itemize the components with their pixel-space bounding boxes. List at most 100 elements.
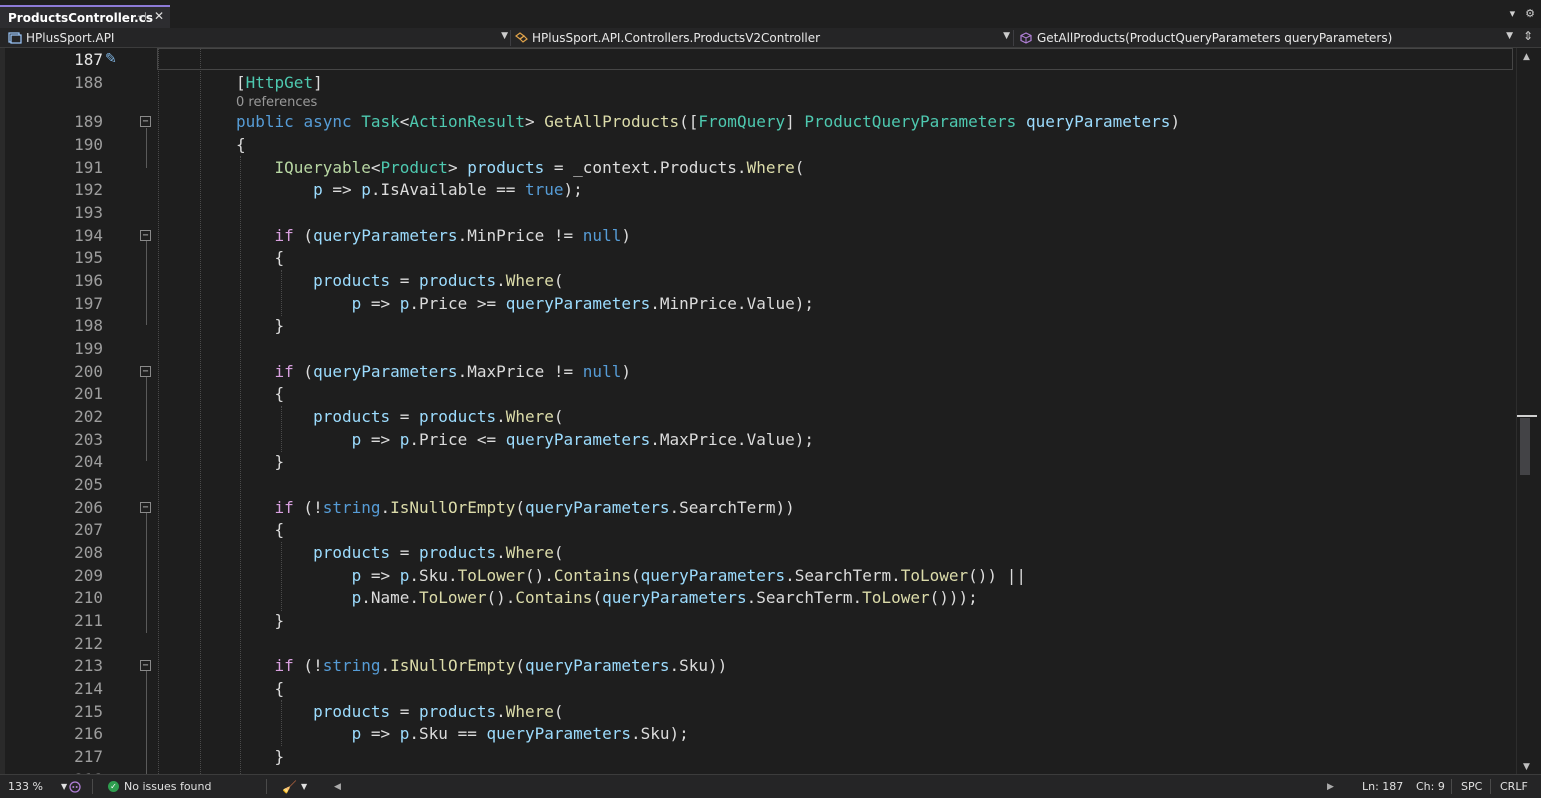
- line-number: 217: [74, 747, 103, 766]
- settings-gear-icon[interactable]: ⚙: [1525, 7, 1535, 20]
- collapse-icon[interactable]: −: [140, 502, 151, 513]
- divider: [1013, 30, 1014, 46]
- scrollbar-thumb[interactable]: [1520, 418, 1530, 475]
- class-name: HPlusSport.API.Controllers.ProductsV2Con…: [532, 31, 821, 45]
- line-number: 190: [74, 135, 103, 154]
- project-dropdown[interactable]: HPlusSport.API ▼: [8, 28, 508, 48]
- codelens-references[interactable]: 0 references: [236, 95, 317, 110]
- line-number: 205: [74, 475, 103, 494]
- check-circle-icon: ✓: [108, 781, 119, 792]
- code-line[interactable]: 205: [0, 473, 1516, 496]
- line-number: 196: [74, 271, 103, 290]
- code-line[interactable]: 217 }: [0, 745, 1516, 768]
- line-number: 195: [74, 248, 103, 267]
- line-ending-indicator[interactable]: CRLF: [1500, 775, 1528, 798]
- collapse-icon[interactable]: −: [140, 366, 151, 377]
- issues-indicator[interactable]: ✓ No issues found: [108, 775, 211, 798]
- code-line[interactable]: 209 p => p.Sku.ToLower().Contains(queryP…: [0, 564, 1516, 587]
- close-icon[interactable]: ✕: [154, 9, 164, 23]
- code-line[interactable]: 201 {: [0, 382, 1516, 405]
- scroll-down-icon[interactable]: ▼: [1523, 762, 1530, 772]
- chevron-down-icon[interactable]: ▼: [301, 782, 307, 791]
- split-window-icon[interactable]: ⇕: [1523, 29, 1533, 43]
- code-line[interactable]: 216 p => p.Sku == queryParameters.Sku);: [0, 722, 1516, 745]
- code-line[interactable]: 196 products = products.Where(: [0, 269, 1516, 292]
- code-line[interactable]: 191 IQueryable<Product> products = _cont…: [0, 156, 1516, 179]
- code-line[interactable]: 215 products = products.Where(: [0, 700, 1516, 723]
- zoom-dropdown[interactable]: 133 % ▼: [8, 775, 67, 798]
- code-text: }: [236, 611, 285, 630]
- code-line[interactable]: 213 − if (!string.IsNullOrEmpty(queryPar…: [0, 654, 1516, 677]
- code-line[interactable]: 202 products = products.Where(: [0, 405, 1516, 428]
- code-line[interactable]: 197 p => p.Price >= queryParameters.MinP…: [0, 292, 1516, 315]
- line-number: 203: [74, 430, 103, 449]
- code-line[interactable]: 211 }: [0, 609, 1516, 632]
- code-line[interactable]: 189 − public async Task<ActionResult> Ge…: [0, 110, 1516, 133]
- chevron-down-icon[interactable]: ▼: [1003, 31, 1010, 41]
- scroll-right-icon[interactable]: ▶: [1327, 775, 1334, 798]
- broom-icon: 🧹: [282, 779, 297, 794]
- code-editor[interactable]: ✎ 187 188 [HttpGet] 0 references 189 − p…: [0, 48, 1516, 774]
- line-number: 213: [74, 656, 103, 675]
- line-number: 202: [74, 407, 103, 426]
- code-text: {: [236, 520, 285, 539]
- document-tab-strip: ProductsController.cs ⊣ ✕ ▾ ⚙: [0, 0, 1541, 28]
- code-text: {: [236, 135, 246, 154]
- code-line[interactable]: 214 {: [0, 677, 1516, 700]
- code-line[interactable]: 193: [0, 201, 1516, 224]
- code-line[interactable]: 195 {: [0, 246, 1516, 269]
- project-name: HPlusSport.API: [26, 31, 115, 45]
- tab-products-controller[interactable]: ProductsController.cs ⊣ ✕: [0, 5, 170, 28]
- copilot-icon[interactable]: [69, 775, 81, 798]
- code-line[interactable]: 199: [0, 337, 1516, 360]
- code-line[interactable]: 210 p.Name.ToLower().Contains(queryParam…: [0, 586, 1516, 609]
- code-line[interactable]: 204 }: [0, 450, 1516, 473]
- code-line[interactable]: 203 p => p.Price <= queryParameters.MaxP…: [0, 428, 1516, 451]
- line-number: 197: [74, 294, 103, 313]
- code-line[interactable]: 200 − if (queryParameters.MaxPrice != nu…: [0, 360, 1516, 383]
- column-indicator[interactable]: Ch: 9: [1416, 775, 1445, 798]
- collapse-icon[interactable]: −: [140, 116, 151, 127]
- code-line[interactable]: 207 {: [0, 518, 1516, 541]
- code-text: products = products.Where(: [313, 407, 564, 426]
- divider: [510, 30, 511, 46]
- tab-title: ProductsController.cs: [8, 10, 153, 25]
- code-line[interactable]: 192 p => p.IsAvailable == true);: [0, 178, 1516, 201]
- code-cleanup-button[interactable]: 🧹 ▼: [282, 775, 307, 798]
- code-line[interactable]: 187: [0, 48, 1516, 71]
- chevron-down-icon[interactable]: ▼: [501, 31, 508, 41]
- line-number: 209: [74, 566, 103, 585]
- line-number: 192: [74, 180, 103, 199]
- chevron-down-icon[interactable]: ▼: [1506, 31, 1513, 41]
- code-line[interactable]: 194 − if (queryParameters.MinPrice != nu…: [0, 224, 1516, 247]
- line-number: 189: [74, 112, 103, 131]
- line-number: 206: [74, 498, 103, 517]
- line-number: 198: [74, 316, 103, 335]
- code-line[interactable]: 188 [HttpGet]: [0, 71, 1516, 94]
- scrollbar-position-marker: [1517, 415, 1537, 417]
- class-dropdown[interactable]: HPlusSport.API.Controllers.ProductsV2Con…: [514, 28, 1010, 48]
- code-line[interactable]: 198 }: [0, 314, 1516, 337]
- scroll-up-icon[interactable]: ▲: [1523, 52, 1530, 62]
- line-indicator[interactable]: Ln: 187: [1362, 775, 1403, 798]
- vertical-scrollbar[interactable]: ▲ ▼: [1516, 48, 1541, 774]
- line-number: 199: [74, 339, 103, 358]
- code-line[interactable]: 190 {: [0, 133, 1516, 156]
- code-text: if (!string.IsNullOrEmpty(queryParameter…: [274, 498, 795, 517]
- indentation-indicator[interactable]: SPC: [1461, 775, 1482, 798]
- scroll-left-icon[interactable]: ◀: [334, 775, 341, 798]
- pin-icon[interactable]: ⊣: [137, 10, 147, 23]
- code-line[interactable]: 206 − if (!string.IsNullOrEmpty(queryPar…: [0, 496, 1516, 519]
- member-dropdown[interactable]: GetAllProducts(ProductQueryParameters qu…: [1019, 28, 1513, 48]
- code-text: {: [236, 384, 285, 403]
- line-number: 204: [74, 452, 103, 471]
- collapse-icon[interactable]: −: [140, 660, 151, 671]
- chevron-down-icon[interactable]: ▼: [61, 782, 67, 791]
- code-line[interactable]: 212: [0, 632, 1516, 655]
- line-number: 210: [74, 588, 103, 607]
- method-cube-icon: [1019, 31, 1033, 45]
- line-number: 188: [74, 73, 103, 92]
- collapse-icon[interactable]: −: [140, 230, 151, 241]
- code-line[interactable]: 208 products = products.Where(: [0, 541, 1516, 564]
- tab-list-dropdown-icon[interactable]: ▾: [1510, 7, 1516, 20]
